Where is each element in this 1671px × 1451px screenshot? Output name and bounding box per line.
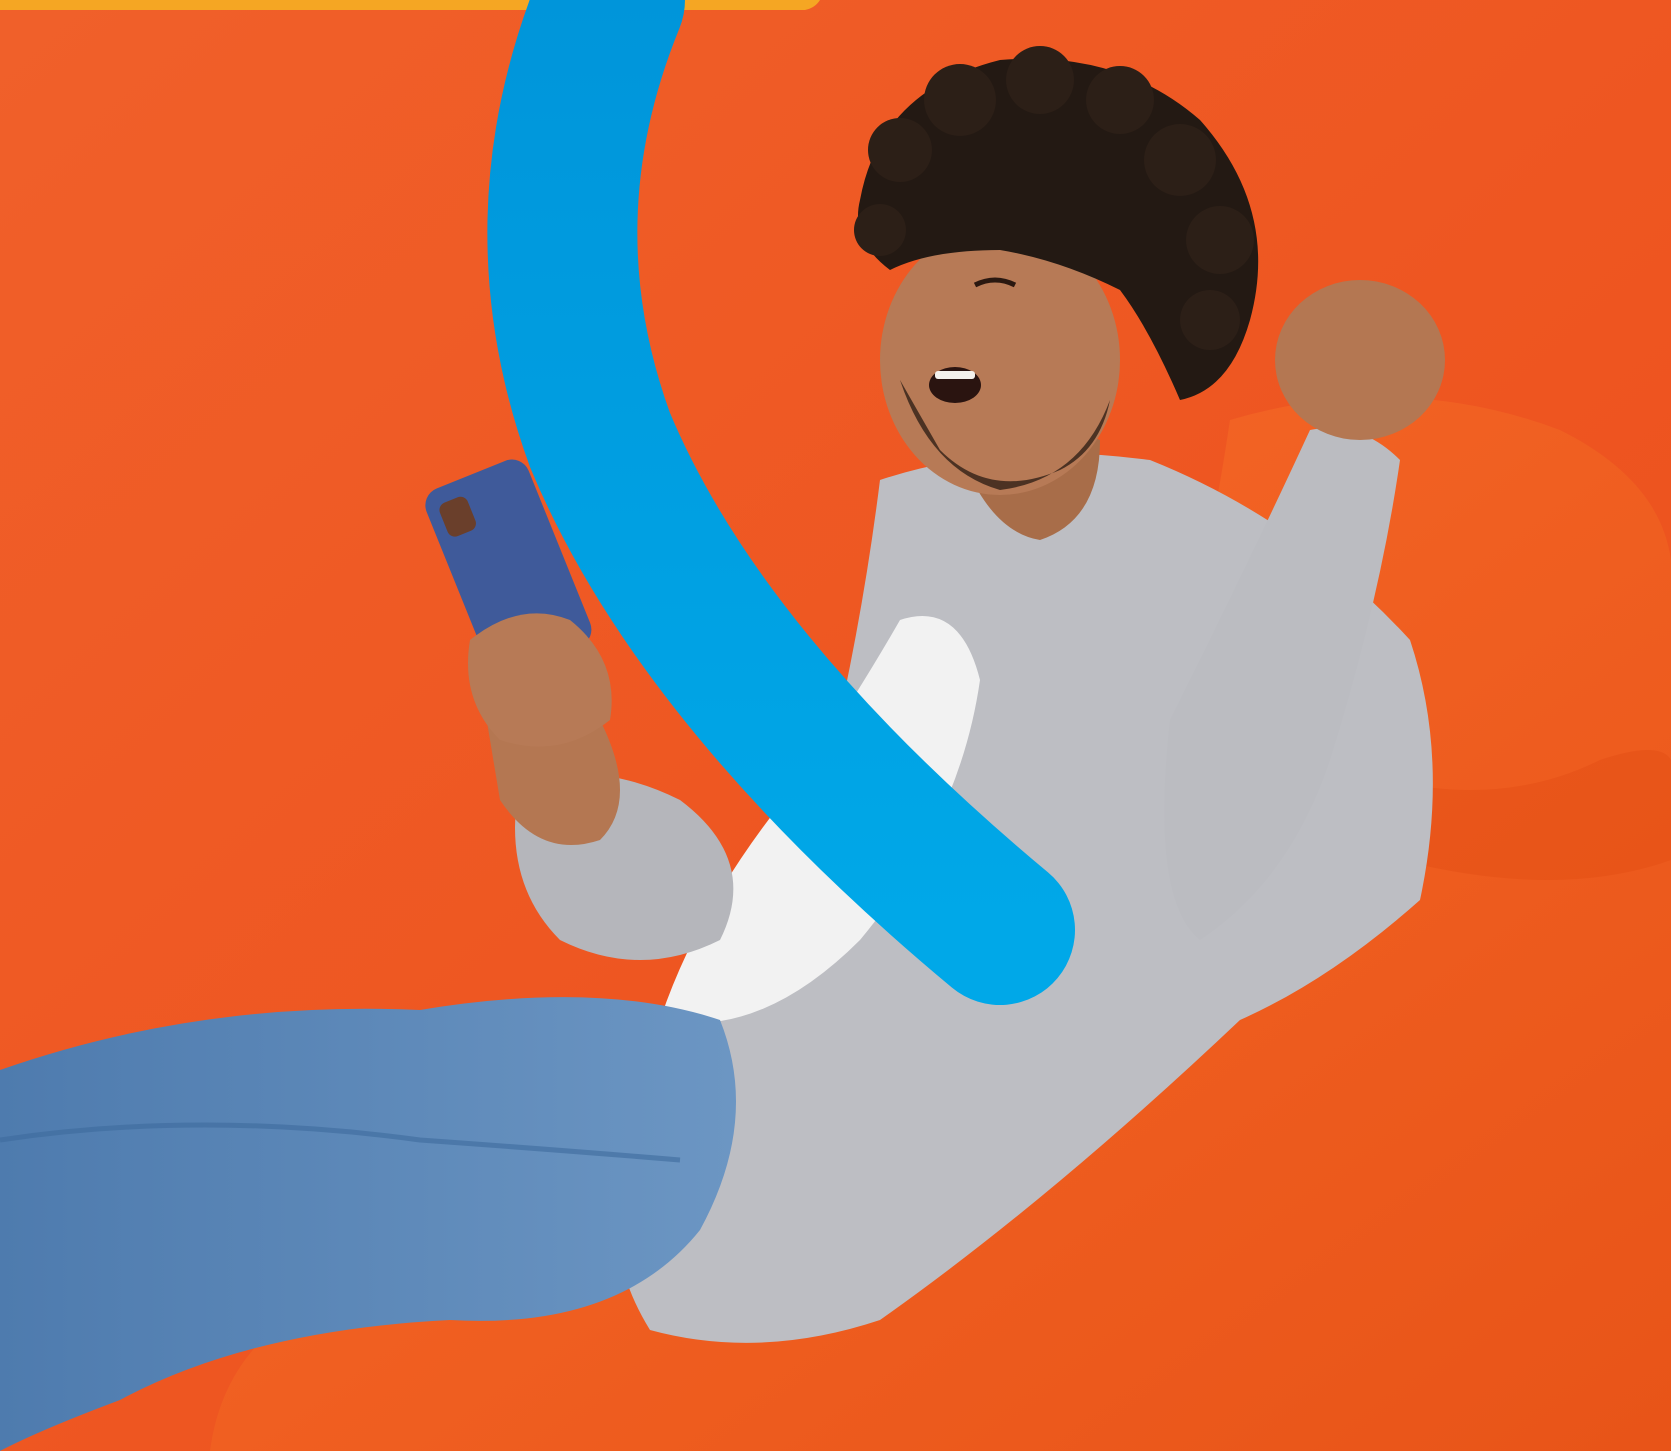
accent-stripe [0, 0, 820, 10]
illustration [0, 0, 1671, 1451]
teeth [935, 371, 975, 379]
raised-fist [1275, 280, 1445, 440]
promo-hero-image [0, 0, 1671, 1451]
